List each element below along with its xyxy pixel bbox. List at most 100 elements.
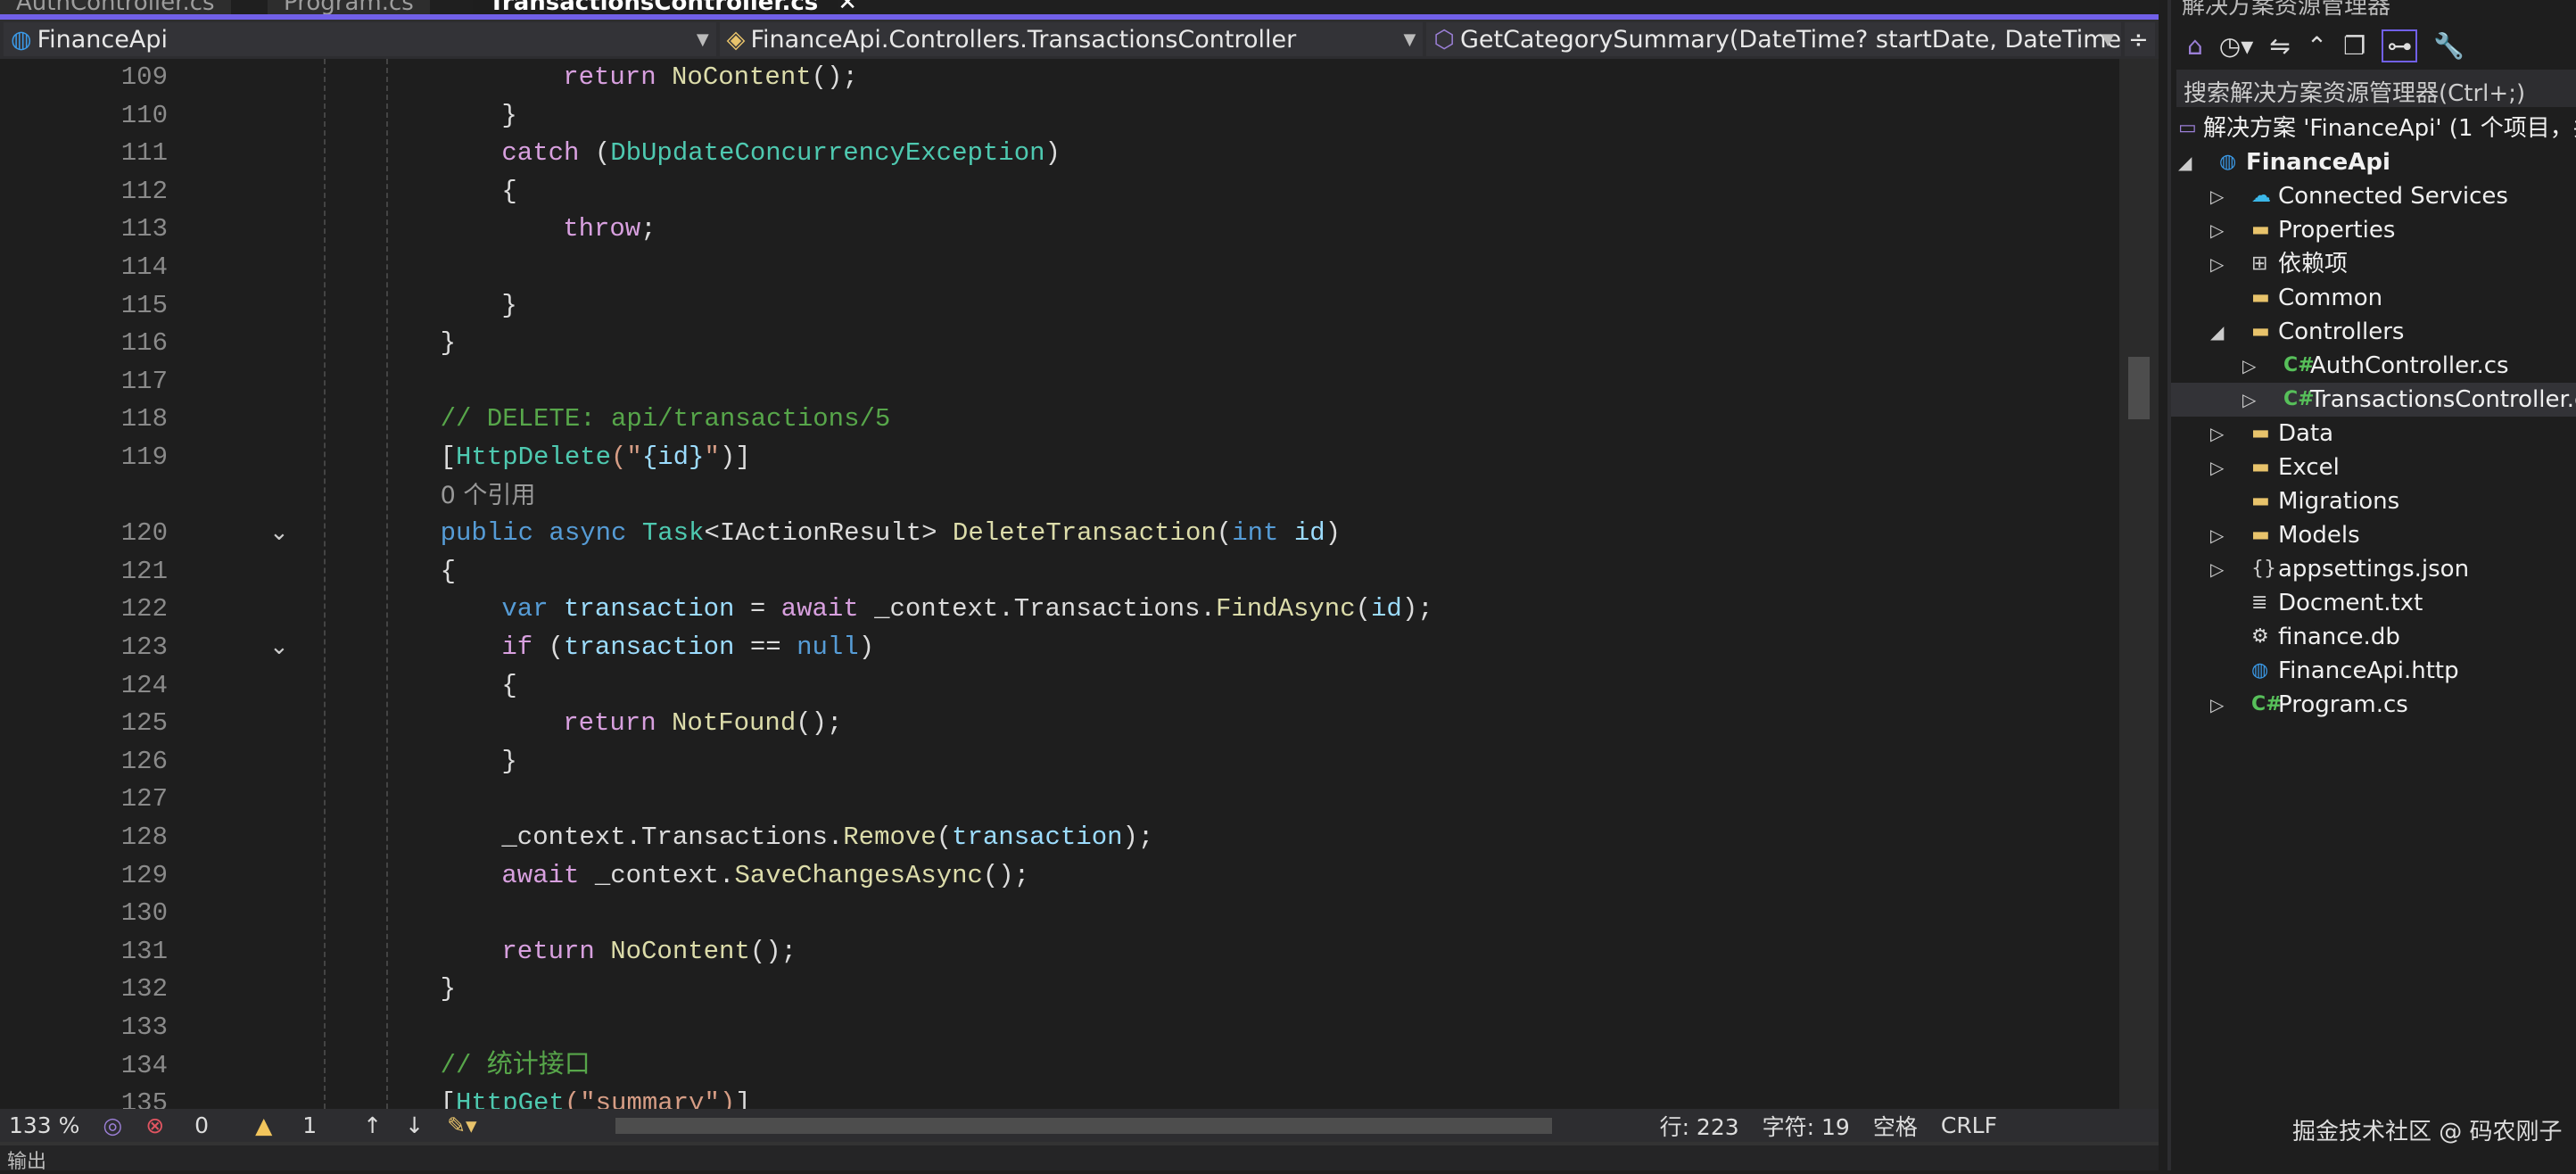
code-line[interactable]: 130 xyxy=(0,895,2119,933)
code-line[interactable]: 131return NoContent(); xyxy=(0,933,2119,971)
collapsed-arrow-icon[interactable]: ▷ xyxy=(2210,518,2224,552)
horizontal-scrollbar[interactable] xyxy=(615,1118,1552,1134)
expanded-arrow-icon[interactable]: ◢ xyxy=(2178,145,2192,179)
class-dropdown[interactable]: ◈FinanceApi.Controllers.TransactionsCont… xyxy=(720,22,1424,56)
code-token: DbUpdateConcurrencyException xyxy=(610,138,1044,168)
tree-item[interactable]: ▷C#AuthController.cs xyxy=(2171,349,2576,383)
code-cleanup-icon[interactable]: ✎▾ xyxy=(447,1112,477,1138)
code-text: } xyxy=(441,971,456,1009)
properties-wrench-icon[interactable]: 🔧 xyxy=(2433,31,2465,61)
code-line[interactable]: 118// DELETE: api/transactions/5 xyxy=(0,401,2119,439)
tree-item[interactable]: ▷C#TransactionsController.cs xyxy=(2171,383,2576,417)
code-line[interactable]: 126} xyxy=(0,743,2119,781)
db-file-icon: ⚙ xyxy=(2251,620,2269,654)
tree-item[interactable]: ▷⊞依赖项 xyxy=(2171,247,2576,281)
warnings-indicator[interactable]: ▲ 1 xyxy=(255,1112,340,1138)
history-icon[interactable]: ◷▾ xyxy=(2219,31,2254,61)
view-switch-icon[interactable]: ⊶ xyxy=(2382,29,2417,62)
codelens-references[interactable]: 0 个引用 xyxy=(441,482,536,509)
tree-item-label: Data xyxy=(2278,417,2333,451)
copilot-icon[interactable]: ◎ xyxy=(103,1112,122,1138)
member-dropdown[interactable]: ⬡GetCategorySummary(DateTime? startDate,… xyxy=(1426,22,2121,56)
code-line[interactable]: 128_context.Transactions.Remove(transact… xyxy=(0,819,2119,857)
chevron-down-icon: ▼ xyxy=(1404,30,1416,49)
tree-item[interactable]: ≣Docment.txt xyxy=(2171,586,2576,620)
collapsed-arrow-icon[interactable]: ▷ xyxy=(2242,383,2256,417)
expanded-arrow-icon[interactable]: ◢ xyxy=(2210,315,2224,349)
tree-item[interactable]: ◢◍FinanceApi xyxy=(2171,145,2576,179)
code-line[interactable]: 114 xyxy=(0,249,2119,287)
collapse-all-icon[interactable]: ⌃ xyxy=(2307,31,2327,61)
code-line[interactable]: 111catch (DbUpdateConcurrencyException) xyxy=(0,135,2119,173)
scrollbar-thumb[interactable] xyxy=(2128,357,2150,419)
collapsed-arrow-icon[interactable]: ▷ xyxy=(2210,688,2224,722)
code-line[interactable]: 113throw; xyxy=(0,211,2119,249)
tree-item[interactable]: ◢▬Controllers xyxy=(2171,315,2576,349)
collapsed-arrow-icon[interactable]: ▷ xyxy=(2210,451,2224,484)
tree-item[interactable]: ▷▬Properties xyxy=(2171,213,2576,247)
tree-item[interactable]: ▷▬Excel xyxy=(2171,451,2576,484)
code-line[interactable]: 120⌄public async Task<IActionResult> Del… xyxy=(0,515,2119,553)
code-token: _context. xyxy=(595,861,735,890)
code-line[interactable]: 129await _context.SaveChangesAsync(); xyxy=(0,857,2119,896)
code-token: ("summary") xyxy=(565,1088,735,1109)
tree-item[interactable]: ▷▬Data xyxy=(2171,417,2576,451)
fold-chevron-icon[interactable]: ⌄ xyxy=(269,629,289,667)
code-line[interactable]: 124{ xyxy=(0,667,2119,706)
errors-indicator[interactable]: ⊗ 0 xyxy=(145,1112,232,1138)
code-editor[interactable]: 109return NoContent();110}111catch (DbUp… xyxy=(0,59,2119,1109)
tree-item[interactable]: ▭解决方案 'FinanceApi' (1 个项目，共 xyxy=(2171,112,2576,145)
code-token: return xyxy=(501,937,610,966)
project-dropdown[interactable]: ◍FinanceApi▼ xyxy=(4,22,716,56)
line-number: 135 xyxy=(61,1085,168,1109)
collapsed-arrow-icon[interactable]: ▷ xyxy=(2210,552,2224,586)
fold-chevron-icon[interactable]: ⌄ xyxy=(269,515,289,553)
code-line[interactable]: 123⌄if (transaction == null) xyxy=(0,629,2119,667)
code-line[interactable]: 0 个引用 xyxy=(0,477,2119,516)
code-line[interactable]: 135[HttpGet("summary")] xyxy=(0,1085,2119,1109)
code-line[interactable]: 125return NotFound(); xyxy=(0,705,2119,743)
tree-item[interactable]: ▷{}appsettings.json xyxy=(2171,552,2576,586)
tree-item-label: finance.db xyxy=(2278,620,2400,654)
search-placeholder: 搜索解决方案资源管理器(Ctrl+;) xyxy=(2184,80,2525,107)
tree-item[interactable]: ▷☁Connected Services xyxy=(2171,179,2576,213)
show-all-files-icon[interactable]: ❐ xyxy=(2343,31,2365,61)
code-line[interactable]: 119[HttpDelete("{id}")] xyxy=(0,439,2119,477)
previous-issue-icon[interactable]: ↑ xyxy=(363,1112,382,1138)
indent-mode[interactable]: 空格 xyxy=(1873,1110,1918,1142)
solution-search-input[interactable]: 搜索解决方案资源管理器(Ctrl+;) xyxy=(2176,70,2576,107)
code-line[interactable]: 112{ xyxy=(0,173,2119,211)
line-number: 127 xyxy=(61,781,168,819)
tree-item[interactable]: ▬Migrations xyxy=(2171,484,2576,518)
vertical-scrollbar[interactable] xyxy=(2119,59,2159,1109)
code-line[interactable]: 109return NoContent(); xyxy=(0,59,2119,97)
code-token: throw xyxy=(563,214,640,244)
code-token: NoContent xyxy=(672,62,812,92)
code-line[interactable]: 122var transaction = await _context.Tran… xyxy=(0,591,2119,629)
tree-item[interactable]: ▷C#Program.cs xyxy=(2171,688,2576,722)
collapsed-arrow-icon[interactable]: ▷ xyxy=(2210,247,2224,281)
code-line[interactable]: 121{ xyxy=(0,553,2119,591)
collapsed-arrow-icon[interactable]: ▷ xyxy=(2210,179,2224,213)
home-icon[interactable]: ⌂ xyxy=(2187,31,2203,61)
collapsed-arrow-icon[interactable]: ▷ xyxy=(2242,349,2256,383)
next-issue-icon[interactable]: ↓ xyxy=(405,1112,424,1138)
code-line[interactable]: 110} xyxy=(0,97,2119,136)
tree-item[interactable]: ◍FinanceApi.http xyxy=(2171,654,2576,688)
collapsed-arrow-icon[interactable]: ▷ xyxy=(2210,417,2224,451)
code-line[interactable]: 117 xyxy=(0,363,2119,401)
code-line[interactable]: 132} xyxy=(0,971,2119,1009)
collapsed-arrow-icon[interactable]: ▷ xyxy=(2210,213,2224,247)
code-line[interactable]: 133 xyxy=(0,1009,2119,1047)
code-line[interactable]: 127 xyxy=(0,781,2119,819)
split-editor-button[interactable]: ÷ xyxy=(2125,22,2155,56)
tree-item[interactable]: ▷▬Models xyxy=(2171,518,2576,552)
zoom-level[interactable]: 133 % xyxy=(9,1112,79,1138)
line-ending[interactable]: CRLF xyxy=(1941,1112,1997,1138)
tree-item[interactable]: ⚙ finance.db xyxy=(2171,620,2576,654)
code-line[interactable]: 116} xyxy=(0,325,2119,363)
sync-icon[interactable]: ⇋ xyxy=(2269,31,2290,61)
code-line[interactable]: 134// 统计接口 xyxy=(0,1047,2119,1086)
tree-item[interactable]: ▬Common xyxy=(2171,281,2576,315)
code-line[interactable]: 115} xyxy=(0,287,2119,326)
